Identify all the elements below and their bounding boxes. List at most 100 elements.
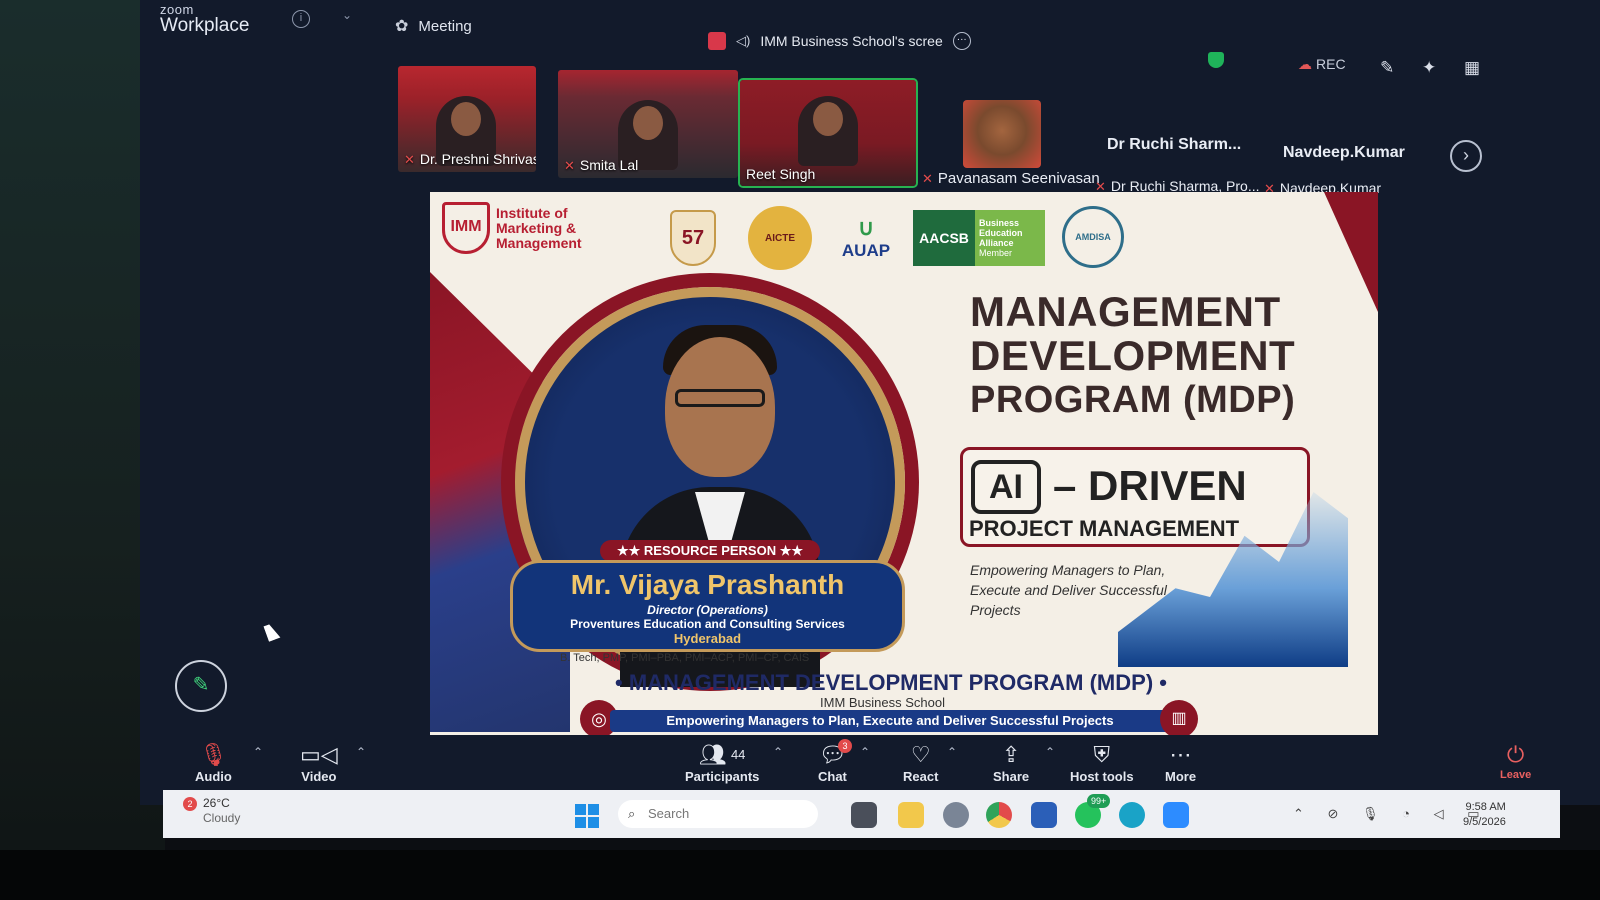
auap-text: AUAP [841,241,891,260]
imm-logo-mark: IMM [442,202,490,254]
settings-gear-icon[interactable] [943,802,969,828]
chat-unread-badge: 3 [838,739,852,753]
participants-options-caret-icon[interactable]: ⌃ [773,745,783,759]
task-view-icon[interactable] [851,802,877,828]
video-button[interactable]: ▭◁ Video ⌃ [300,741,366,784]
leave-button[interactable]: ⏻ Leave [1500,741,1531,781]
chat-options-caret-icon[interactable]: ⌃ [860,745,870,759]
meeting-toolbar: 🎙︎ Audio ⌃ ▭◁ Video ⌃ 👥︎ 44 Participants … [140,735,1560,790]
participant-photo [963,100,1041,168]
more-button[interactable]: ⋯ More [1165,741,1196,784]
speaker-name: Mr. Vijaya Prashanth [570,569,845,600]
rec-label: REC [1316,56,1346,72]
whatsapp-unread-badge: 99+ [1087,794,1111,808]
aicte-logo: AICTE [748,206,812,270]
participant-tile[interactable]: ✕Dr. Preshni Shrivastav... [398,66,536,172]
windows-start-icon[interactable] [575,804,599,828]
weather-temp: 26°C [203,796,230,810]
audio-button[interactable]: 🎙︎ Audio ⌃ [195,741,263,784]
weather-condition: Cloudy [203,811,241,825]
speaker-city: Hyderabad [673,631,742,646]
participants-button[interactable]: 👥︎ 44 Participants ⌃ [685,741,783,784]
meeting-tab[interactable]: ✿ Meeting [395,16,472,36]
video-options-caret-icon[interactable]: ⌃ [356,745,366,759]
business-education-alliance-logo: Business Education Alliance Member [975,210,1045,266]
anniversary-badge: 57 [670,210,716,266]
next-participants-button[interactable]: › [1450,140,1482,172]
growth-chart-icon: ▥ [1160,700,1198,735]
record-button[interactable]: ☁ REC [1298,56,1346,73]
chat-button[interactable]: 💬︎ 3 Chat ⌃ [818,739,870,784]
share-button[interactable]: ⇪ Share ⌃ [993,741,1055,784]
share-options-caret-icon[interactable]: ⌃ [1045,745,1055,759]
participant-header-name: Navdeep.Kumar [1283,144,1405,161]
meeting-icon: ✿ [395,18,409,35]
host-tools-button[interactable]: ⛨ Host tools [1070,741,1134,784]
bottom-program-title: • MANAGEMENT DEVELOPMENT PROGRAM (MDP) • [615,670,1167,695]
share-banner-text: IMM Business School's scree [760,33,943,49]
mic-muted-icon: ✕ [922,171,933,186]
file-explorer-icon[interactable] [898,802,924,828]
participant-name: Reet Singh [746,166,816,182]
ai-companion-icon[interactable]: ✦ [1422,58,1436,78]
meeting-tab-label: Meeting [418,17,472,35]
monitor-bezel [0,850,1600,900]
more-options-icon[interactable]: ··· [952,32,971,50]
shared-screen-slide: IMM Institute of Marketing & Management … [430,192,1378,735]
speaker-icon: ◁) [736,33,751,48]
participant-name: ✕ Pavanasam Seenivasan [922,170,1100,187]
clock-date: 9/5/2026 [1463,816,1506,828]
magic-wand-icon[interactable]: ✎ [1380,58,1394,78]
amdisa-logo: AMDISA [1062,206,1124,268]
bea-text: Business Education Alliance [979,218,1023,248]
participant-avatar[interactable] [963,100,1041,168]
react-label: React [903,769,939,784]
participant-name: ✕ Smita Lal [564,157,639,173]
speaker-role: Director (Operations) [647,603,768,617]
heart-icon: ♡ [910,742,931,767]
title-line-1: MANAGEMENT [970,288,1281,335]
apps-icon[interactable]: ▦ [1464,58,1480,78]
chrome-icon[interactable] [986,802,1012,828]
participant-tile[interactable]: ✕ Smita Lal [558,70,738,178]
annotate-pen-button[interactable]: ✎ [175,660,227,712]
participants-icon: 👥︎ 44 [699,742,746,767]
chevron-down-icon[interactable]: ⌄ [342,8,352,22]
video-label: Video [301,769,337,784]
audio-label: Audio [195,769,232,784]
imm-logo: IMM Institute of Marketing & Management [442,202,616,254]
driven-label: – DRIVEN [1053,462,1247,509]
security-shield-icon[interactable] [1208,52,1224,68]
zoom-top-bar: zoom Workplace i ⌄ ✿ Meeting [140,0,1600,60]
participant-tile-active-speaker[interactable]: Reet Singh [738,78,918,188]
participants-label: Participants [685,769,760,784]
taskbar-clock[interactable]: 9:58 AM 9/5/2026 [1463,800,1506,830]
share-banner[interactable]: ◁) IMM Business School's scree ··· [708,32,971,50]
taskbar-search[interactable]: ⌕ Search [618,800,818,828]
mic-muted-icon: ✕ [404,152,415,167]
react-button[interactable]: ♡ React ⌃ [903,741,957,784]
mic-muted-icon: ✕ [564,158,575,173]
brand-name: Workplace [160,15,250,36]
bottom-tagline-bar: Empowering Managers to Plan, Execute and… [610,710,1170,732]
title-line-2: DEVELOPMENT [970,332,1296,379]
title-line-3: PROGRAM (MDP) [970,379,1296,421]
info-icon[interactable]: i [292,10,310,28]
zoom-app-icon[interactable] [1163,802,1189,828]
ai-driven-box: AI – DRIVEN PROJECT MANAGEMENT [960,447,1310,547]
program-title: MANAGEMENT DEVELOPMENT PROGRAM (MDP) [970,290,1330,422]
system-tray[interactable]: ⌃ ⊘ 🎙︎ ◔ ◁ ▭ [1293,806,1489,822]
clock-time: 9:58 AM [1465,801,1506,813]
audio-options-caret-icon[interactable]: ⌃ [253,745,263,759]
edge-icon[interactable] [1119,802,1145,828]
host-tools-label: Host tools [1070,769,1134,784]
zoom-brand: zoom Workplace [160,2,249,37]
mouse-cursor [263,622,281,642]
share-status-icon [708,32,726,50]
weather-alert-badge: 2 [183,797,197,811]
react-options-caret-icon[interactable]: ⌃ [947,745,957,759]
weather-widget[interactable]: 2 26°C Cloudy [183,796,240,825]
word-icon[interactable] [1031,802,1057,828]
participant-header-name: Dr Ruchi Sharm... [1107,136,1242,153]
speaker-credentials: B. Tech, PMP, PMI–PBA, PMI–ACP, PMI–CP, … [560,652,810,664]
